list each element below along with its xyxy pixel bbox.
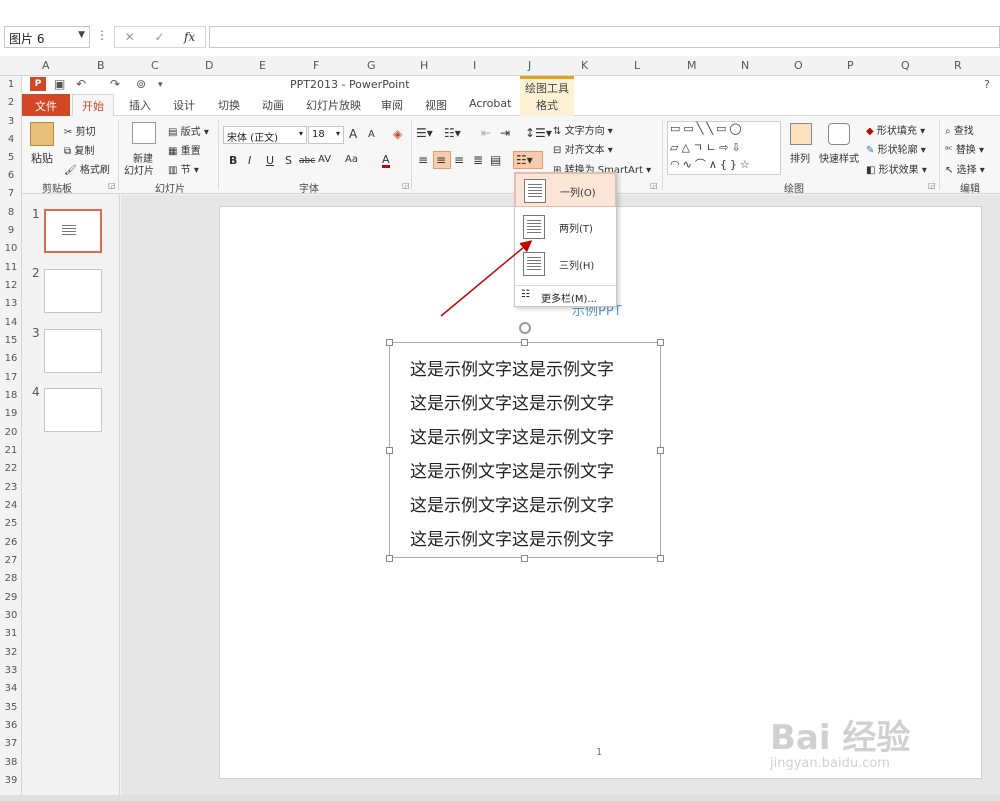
annotation-arrow bbox=[440, 240, 533, 317]
baidu-watermark-url: jingyan.baidu.com bbox=[770, 756, 890, 771]
baidu-watermark-logo: Bai 经验 bbox=[770, 718, 911, 758]
horizontal-scrollbar[interactable] bbox=[0, 795, 1000, 801]
